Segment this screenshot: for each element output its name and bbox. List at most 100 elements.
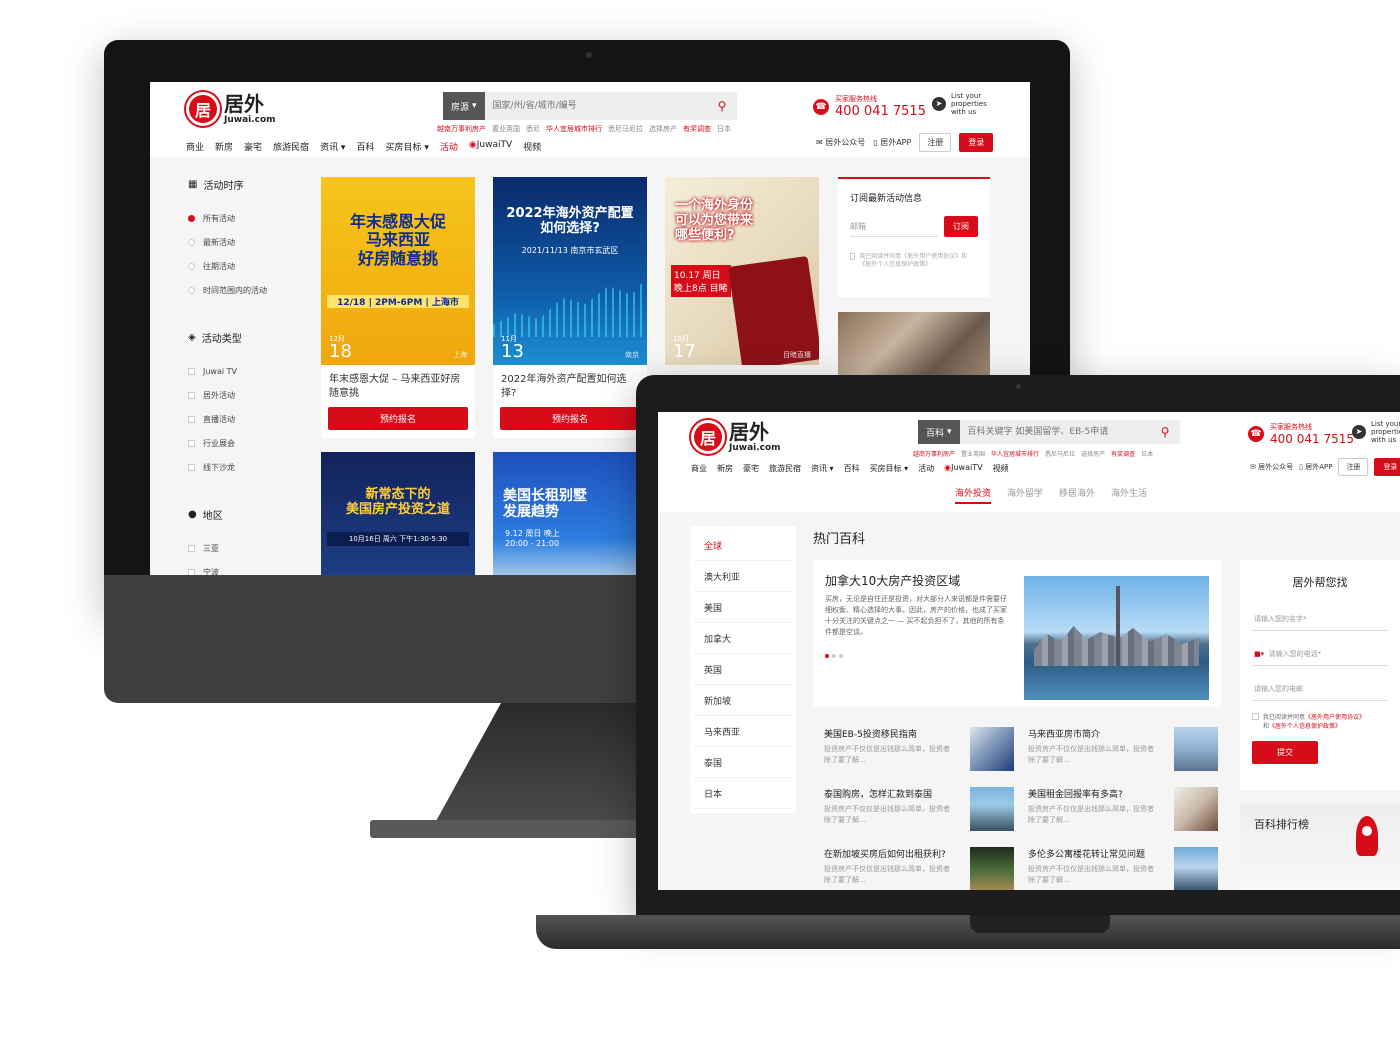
hotline-number[interactable]: 400 041 7515 bbox=[835, 104, 926, 119]
filter-option[interactable]: 最新活动 bbox=[188, 230, 318, 254]
site-logo[interactable]: 居 居外 Juwai.com bbox=[186, 92, 276, 126]
nav-item[interactable]: 买房目标 ▾ bbox=[385, 140, 428, 153]
nav-item[interactable]: 买房目标 ▾ bbox=[870, 463, 909, 474]
phone-field[interactable]: ■▾ 请输入您的电话* bbox=[1252, 643, 1388, 666]
search-category-select[interactable]: 房源 ▾ bbox=[443, 92, 485, 120]
tab-overseas-life[interactable]: 海外生活 bbox=[1111, 486, 1147, 504]
nav-item-juwaitv[interactable]: ◉JuwaiTV bbox=[944, 463, 982, 474]
app-link[interactable]: ▯ 居外APP bbox=[873, 137, 911, 148]
country-item[interactable]: 美国 bbox=[694, 592, 792, 623]
country-item[interactable]: 马来西亚 bbox=[694, 716, 792, 747]
carousel-dot[interactable] bbox=[832, 654, 836, 658]
event-title[interactable]: 年末感恩大促 – 马来西亚好房随意挑 bbox=[321, 365, 475, 407]
nav-item[interactable]: 新房 bbox=[215, 140, 233, 153]
event-card[interactable]: 一个海外身份 可以为您带来 哪些便利? 10.17 周日 晚上8点 目睹 10月… bbox=[665, 177, 819, 365]
nav-item[interactable]: 资讯 ▾ bbox=[320, 140, 345, 153]
list-property-link[interactable]: ➤ List your properties with us bbox=[932, 92, 987, 116]
event-title[interactable]: 2022年海外资产配置如何选择? bbox=[493, 365, 647, 407]
article-item[interactable]: 泰国购房，怎样汇款到泰国 投资房产不仅仅是出钱那么简单，投资者除了要了解... bbox=[824, 787, 1014, 837]
article-item[interactable]: 马来西亚房市简介 投资房产不仅仅是出钱那么简单，投资者除了要了解... bbox=[1028, 727, 1218, 777]
article-item[interactable]: 美国EB-5投资移民指南 投资房产不仅仅是出钱那么简单，投资者除了要了解... bbox=[824, 727, 1014, 777]
nav-item[interactable]: 活动 bbox=[918, 463, 934, 474]
list-property-link[interactable]: ➤ List your properties with us bbox=[1352, 420, 1400, 444]
nav-item[interactable]: 资讯 ▾ bbox=[811, 463, 834, 474]
hot-link[interactable]: 置业英国 bbox=[961, 449, 985, 458]
nav-item[interactable]: 商业 bbox=[691, 463, 707, 474]
register-button[interactable]: 注册 bbox=[1338, 458, 1369, 476]
filter-option[interactable]: 居外活动 bbox=[188, 383, 318, 407]
tab-study-abroad[interactable]: 海外留学 bbox=[1007, 486, 1043, 504]
nav-item-active[interactable]: 活动 bbox=[440, 140, 458, 153]
hot-link[interactable]: 悉尼 bbox=[526, 124, 540, 134]
nav-item[interactable]: 旅游民宿 bbox=[273, 140, 309, 153]
nav-item[interactable]: 旅游民宿 bbox=[769, 463, 801, 474]
filter-option[interactable]: 往期活动 bbox=[188, 254, 318, 278]
hot-link[interactable]: 置业英国 bbox=[492, 124, 520, 134]
agree-row[interactable]: 我已阅读并同意《居外用户使用协议》和《居外个人信息保护政策》 bbox=[850, 253, 978, 270]
country-item[interactable]: 泰国 bbox=[694, 747, 792, 778]
login-button[interactable]: 登录 bbox=[959, 133, 994, 152]
tab-emigrate[interactable]: 移居海外 bbox=[1059, 486, 1095, 504]
filter-option[interactable]: 线下沙龙 bbox=[188, 455, 318, 479]
subscribe-button[interactable]: 订阅 bbox=[944, 216, 978, 237]
country-item[interactable]: 澳大利亚 bbox=[694, 561, 792, 592]
country-item[interactable]: 加拿大 bbox=[694, 623, 792, 654]
hot-link[interactable]: 悉尼马尼拉 bbox=[608, 124, 643, 134]
hot-link[interactable]: 选择房产 bbox=[1081, 449, 1105, 458]
country-item[interactable]: 全球 bbox=[694, 530, 792, 561]
email-field[interactable]: 邮箱 bbox=[850, 217, 938, 237]
search-input[interactable] bbox=[959, 420, 1150, 444]
search-input[interactable] bbox=[484, 92, 707, 120]
register-event-button[interactable]: 预约报名 bbox=[328, 407, 468, 430]
wechat-link[interactable]: ✉ 居外公众号 bbox=[1250, 462, 1293, 472]
register-event-button[interactable]: 预约报名 bbox=[500, 407, 640, 430]
hot-link[interactable]: 悉尼马尼拉 bbox=[1045, 449, 1075, 458]
filter-option[interactable]: Juwai TV bbox=[188, 359, 318, 383]
hot-link[interactable]: 日本 bbox=[717, 124, 731, 134]
hot-link[interactable]: 华人宜居城市排行 bbox=[991, 449, 1039, 458]
nav-item[interactable]: 视频 bbox=[523, 140, 541, 153]
event-card[interactable]: 2022年海外资产配置如何选择? 2021/11/13 南京市玄武区 11月 13… bbox=[493, 177, 647, 438]
featured-title[interactable]: 加拿大10大房产投资区域 bbox=[825, 572, 960, 589]
tab-overseas-investment[interactable]: 海外投资 bbox=[955, 486, 992, 504]
carousel-dot[interactable] bbox=[839, 654, 843, 658]
search-icon[interactable]: ⚲ bbox=[1150, 420, 1180, 444]
nav-item[interactable]: 百科 bbox=[356, 140, 374, 153]
nav-item-juwaitv[interactable]: ◉JuwaiTV bbox=[469, 140, 512, 153]
country-item[interactable]: 日本 bbox=[694, 778, 792, 809]
filter-option[interactable]: 所有活动 bbox=[188, 206, 318, 230]
register-button[interactable]: 注册 bbox=[919, 133, 952, 152]
article-item[interactable]: 在新加坡买房后如何出租获利? 投资房产不仅仅是出钱那么简单，投资者除了要了解..… bbox=[824, 847, 1014, 890]
event-card[interactable]: 美国长租别墅 发展趋势 9.12 周日 晚上 20:00 - 21:00 bbox=[493, 452, 647, 575]
hot-link[interactable]: 有奖调查 bbox=[1111, 449, 1135, 458]
hot-link[interactable]: 有奖调查 bbox=[683, 124, 711, 134]
hot-link[interactable]: 华人宜居城市排行 bbox=[546, 124, 602, 134]
filter-option[interactable]: 时间范围内的活动 bbox=[188, 278, 318, 302]
country-item[interactable]: 英国 bbox=[694, 654, 792, 685]
article-item[interactable]: 美国租金回报率有多高? 投资房产不仅仅是出钱那么简单，投资者除了要了解... bbox=[1028, 787, 1218, 837]
event-card[interactable]: 年末感恩大促 马来西亚 好房随意挑 12/18 | 2PM-6PM | 上海市 … bbox=[321, 177, 475, 438]
featured-article[interactable]: 加拿大10大房产投资区域 买房，无论是自住还是投资，对大部分人来说都是件需要仔细… bbox=[813, 560, 1221, 707]
submit-button[interactable]: 提交 bbox=[1252, 741, 1318, 764]
hot-link[interactable]: 越南万事利房产 bbox=[437, 124, 486, 134]
nav-item[interactable]: 豪宅 bbox=[743, 463, 759, 474]
filter-option[interactable]: 宁波 bbox=[188, 560, 318, 575]
hot-link[interactable]: 日本 bbox=[1141, 449, 1153, 458]
hotline-number[interactable]: 400 041 7515 bbox=[1270, 432, 1354, 446]
event-card[interactable]: 新常态下的 美国房产投资之道 10月16日 周六 下午1:30-5:30 bbox=[321, 452, 475, 575]
nav-item[interactable]: 视频 bbox=[993, 463, 1009, 474]
filter-option[interactable]: 直播活动 bbox=[188, 407, 318, 431]
carousel-dot[interactable] bbox=[825, 654, 829, 658]
hot-link[interactable]: 越南万事利房产 bbox=[913, 449, 955, 458]
hot-link[interactable]: 选择房产 bbox=[649, 124, 677, 134]
country-item[interactable]: 新加坡 bbox=[694, 685, 792, 716]
nav-item[interactable]: 豪宅 bbox=[244, 140, 262, 153]
article-item[interactable]: 多伦多公寓楼花转让常见问题 投资房产不仅仅是出钱那么简单，投资者除了要了解... bbox=[1028, 847, 1218, 890]
search-category-select[interactable]: 百科 ▾ bbox=[918, 420, 960, 444]
nav-item[interactable]: 百科 bbox=[844, 463, 860, 474]
agree-row[interactable]: 我已阅读并同意《居外用户使用协议》和《居外个人信息保护政策》 bbox=[1252, 713, 1388, 731]
site-logo[interactable]: 居 居外 Juwai.com bbox=[691, 420, 781, 454]
name-field[interactable]: 请输入您的名字* bbox=[1252, 608, 1388, 631]
search-icon[interactable]: ⚲ bbox=[707, 92, 737, 120]
nav-item[interactable]: 商业 bbox=[186, 140, 204, 153]
